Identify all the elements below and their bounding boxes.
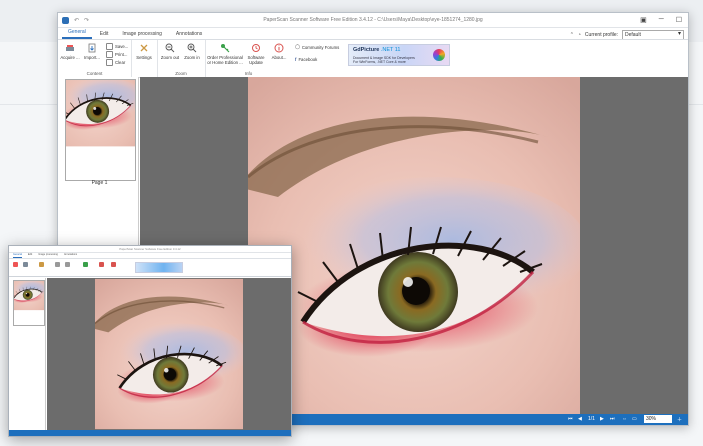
tab-annotations[interactable]: Annotations — [170, 29, 208, 39]
document-image — [248, 77, 580, 414]
zoom-out-label: Zoom out — [160, 55, 180, 60]
mini-info-icon[interactable] — [111, 262, 116, 267]
banner-brand: GdPicture — [353, 47, 380, 53]
window-title: PaperScan Scanner Software Free Edition … — [263, 17, 483, 23]
mini-key-icon[interactable] — [83, 262, 88, 267]
tab-edit[interactable]: Edit — [94, 29, 115, 39]
zoom-in-button[interactable]: Zoom in — [181, 43, 203, 60]
mini-import-icon[interactable] — [23, 262, 28, 267]
mini-sidebar — [9, 278, 46, 430]
import-label: Import... — [84, 55, 100, 60]
software-update-button[interactable]: Software Update — [245, 43, 267, 65]
settings-label: Settings — [136, 55, 152, 60]
mini-page-thumbnail[interactable] — [13, 280, 45, 326]
group-settings: Settings — [131, 40, 158, 77]
mini-tools-icon[interactable] — [39, 262, 44, 267]
mini-document-image — [95, 278, 243, 430]
maximize-button[interactable]: ☐ — [676, 16, 682, 24]
zoom-in-status-icon[interactable]: ＋ — [677, 416, 682, 423]
user-icon: ◔ — [577, 32, 581, 38]
tab-image-processing[interactable]: Image processing — [116, 29, 167, 39]
group-info-caption: Info — [244, 71, 253, 76]
update-icon — [251, 43, 261, 53]
fit-page-icon[interactable]: ▭ — [632, 416, 637, 422]
key-icon — [220, 43, 230, 53]
mini-ribbon — [9, 258, 291, 277]
print-button[interactable]: Print... — [106, 51, 127, 58]
banner-line2: For WinForms, .NET Core & more — [353, 60, 406, 64]
title-bar: ↶ ↷ PaperScan Scanner Software Free Edit… — [58, 13, 688, 28]
zoom-out-button[interactable]: Zoom out — [159, 43, 181, 60]
mini-update-icon[interactable] — [99, 262, 104, 267]
info-icon — [274, 43, 284, 53]
page-label: Page 1 — [91, 180, 108, 186]
acquire-label: Acquire ... — [60, 55, 80, 60]
acquire-button[interactable]: Acquire ... — [60, 43, 80, 60]
page-indicator: 1/1 — [588, 416, 595, 422]
mini-title-bar: PaperScan Scanner Software Free Edition … — [9, 246, 291, 253]
print-label: Print... — [115, 52, 128, 57]
mini-zoom-in-icon[interactable] — [65, 262, 70, 267]
about-label: About... — [271, 55, 287, 60]
mini-banner[interactable] — [135, 262, 183, 273]
zoom-in-label: Zoom in — [184, 55, 200, 60]
save-button[interactable]: Save... — [106, 43, 128, 50]
group-content: Acquire ... Import... Save... Print... C… — [58, 40, 132, 77]
mini-content — [9, 278, 291, 430]
profile-label: Current profile: — [584, 32, 618, 38]
software-update-label: Software Update — [247, 55, 265, 65]
about-button[interactable]: About... — [268, 43, 290, 60]
banner-title: GdPicture .NET 11 — [353, 47, 401, 53]
settings-button[interactable]: Settings — [133, 43, 155, 60]
clear-icon — [106, 59, 113, 66]
zoom-select[interactable]: 30% — [644, 415, 672, 423]
gdpicture-logo-icon — [433, 49, 445, 61]
group-info: Order Professional or Home Edition ... S… — [205, 40, 292, 77]
scanner-icon — [65, 43, 75, 53]
save-icon — [106, 43, 113, 50]
print-icon — [106, 51, 113, 58]
group-zoom-caption: Zoom — [175, 71, 187, 76]
prev-page-icon[interactable]: ◀ — [578, 416, 582, 422]
banner-version: .NET 11 — [380, 47, 401, 53]
clear-button[interactable]: Clear — [106, 59, 125, 66]
ribbon-tabs: General Edit Image processing Annotation… — [58, 27, 688, 40]
restore-ribbon-icon[interactable]: ▣ — [640, 16, 647, 24]
mini-window-preview: PaperScan Scanner Software Free Edition … — [8, 245, 292, 437]
order-label: Order Professional or Home Edition ... — [207, 55, 243, 65]
import-icon — [87, 43, 97, 53]
save-label: Save... — [115, 44, 129, 49]
fit-width-icon[interactable]: ⇔ — [622, 416, 627, 422]
mini-image-viewer[interactable] — [47, 278, 291, 430]
group-zoom: Zoom out Zoom in Zoom — [157, 40, 206, 77]
import-button[interactable]: Import... — [82, 43, 102, 60]
page-thumbnail[interactable] — [65, 79, 136, 181]
tab-general[interactable]: General — [62, 27, 92, 39]
community-forums-link[interactable]: ◯ Community Forums — [295, 44, 339, 50]
order-button[interactable]: Order Professional or Home Edition ... — [207, 43, 243, 65]
forum-icon: ◯ — [295, 44, 300, 49]
first-page-icon[interactable]: ⏮ — [568, 416, 573, 422]
collapse-ribbon-icon[interactable]: ⌃ — [570, 32, 574, 38]
mini-scanner-icon[interactable] — [13, 262, 18, 267]
clear-label: Clear — [115, 60, 126, 65]
mini-status-bar — [9, 430, 291, 436]
zoom-in-icon — [187, 43, 197, 53]
facebook-label: Facebook — [298, 57, 318, 62]
group-content-caption: Content — [86, 71, 103, 76]
facebook-link[interactable]: f Facebook — [295, 57, 317, 62]
tools-icon — [139, 43, 149, 53]
minimize-button[interactable]: ─ — [659, 16, 664, 24]
facebook-icon: f — [295, 57, 297, 62]
ribbon: Acquire ... Import... Save... Print... C… — [58, 39, 688, 78]
last-page-icon[interactable]: ⏭ — [610, 416, 615, 422]
zoom-out-icon — [165, 43, 175, 53]
mini-zoom-out-icon[interactable] — [55, 262, 60, 267]
next-page-icon[interactable]: ▶ — [600, 416, 604, 422]
mini-window-title: PaperScan Scanner Software Free Edition … — [119, 247, 181, 251]
gdpicture-banner[interactable]: GdPicture .NET 11 Document & Image SDK f… — [348, 44, 450, 66]
community-label: Community Forums — [301, 44, 340, 50]
